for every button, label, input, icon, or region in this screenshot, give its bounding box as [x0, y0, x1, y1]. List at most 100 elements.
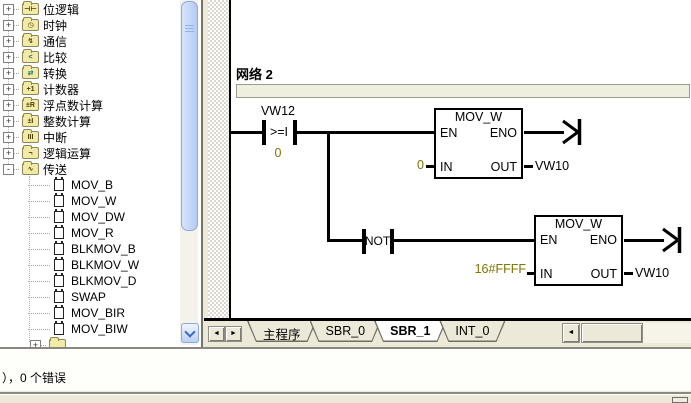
tree-item-label: MOV_DW	[71, 210, 125, 224]
tree-item-label: 通信	[43, 33, 67, 50]
en-port: EN	[440, 126, 457, 140]
tree-stub	[14, 137, 19, 138]
tree-stub	[14, 89, 19, 90]
tree-item-label: SWAP	[71, 290, 106, 304]
not-contact-symbol[interactable]: NOT	[364, 234, 391, 248]
tree-stub	[14, 25, 19, 26]
tab-label: INT_0	[439, 321, 505, 338]
tree-item-label: 比较	[43, 49, 67, 66]
tree-item-label: 位逻辑	[43, 1, 79, 18]
logic-ops-icon: ¬	[22, 147, 39, 159]
network-comment-box[interactable]	[236, 84, 690, 98]
tree-item-label: 逻辑运算	[43, 145, 91, 162]
tree-stub	[41, 345, 46, 346]
scroll-left-button[interactable]: ◄	[562, 323, 580, 343]
tree-rows: + ⊣⊢ 位逻辑 + ◷ 时钟 + ↯ 通信 + < 比较 + ⇄	[0, 1, 180, 347]
en-port: EN	[540, 233, 557, 247]
status-bar: ），0 个错误	[0, 347, 691, 403]
scrollbar-thumb[interactable]	[581, 323, 643, 343]
left-arrow-icon: ◄	[213, 330, 220, 337]
tree-item-mov-r[interactable]: MOV_R	[0, 225, 180, 241]
tree-item-blkmov-d[interactable]: BLKMOV_D	[0, 273, 180, 289]
rung1-wire	[231, 131, 262, 134]
instruction-box-icon	[54, 307, 64, 319]
tree-item-partial[interactable]: +	[0, 337, 180, 347]
convert-icon: ⇄	[22, 67, 39, 79]
block1-out-operand[interactable]: VW10	[535, 159, 569, 173]
ladder-left-margin	[208, 0, 229, 318]
rung-continuation-arrow-icon	[662, 226, 682, 254]
expand-icon[interactable]: +	[3, 68, 14, 79]
block2-out-operand[interactable]: VW10	[635, 266, 669, 280]
status-message: ），0 个错误	[2, 369, 66, 386]
out-port: OUT	[491, 160, 517, 174]
eno-wire	[524, 131, 564, 134]
expand-icon[interactable]: +	[3, 100, 14, 111]
tree-item-logic-ops[interactable]: + ¬ 逻辑运算	[0, 145, 180, 161]
tree-item-clock[interactable]: + ◷ 时钟	[0, 17, 180, 33]
scrollbar-thumb[interactable]	[181, 1, 198, 231]
tab-sbr1[interactable]: SBR_1	[374, 321, 446, 342]
move-block-1[interactable]: MOV_W EN ENO IN OUT	[434, 108, 523, 179]
tree-item-convert[interactable]: + ⇄ 转换	[0, 65, 180, 81]
expand-icon[interactable]: +	[3, 52, 14, 63]
move-block-2[interactable]: MOV_W EN ENO IN OUT	[534, 215, 623, 286]
tab-sbr0[interactable]: SBR_0	[310, 321, 382, 342]
tree-vertical-scrollbar[interactable]	[180, 0, 198, 345]
tree-item-mov-biw[interactable]: MOV_BIW	[0, 321, 180, 337]
compare-contact-operand[interactable]: VW12	[252, 104, 304, 118]
expand-icon[interactable]: +	[3, 4, 14, 15]
tree-stub	[28, 185, 50, 186]
tree-item-mov-bir[interactable]: MOV_BIR	[0, 305, 180, 321]
tree-item-label: MOV_BIR	[71, 306, 125, 320]
tab-main-program[interactable]: 主程序	[247, 321, 317, 342]
expand-icon[interactable]: +	[3, 116, 14, 127]
block2-in-value[interactable]: 16#FFFF	[458, 262, 526, 276]
expand-icon[interactable]: +	[3, 84, 14, 95]
tree-item-label: MOV_B	[71, 178, 113, 192]
tree-item-float-math[interactable]: + ±R 浮点数计算	[0, 97, 180, 113]
expand-icon[interactable]: +	[3, 148, 14, 159]
tree-item-integer-math[interactable]: + ±I 整数计算	[0, 113, 180, 129]
out-stub-wire	[624, 272, 633, 275]
tree-item-label: 整数计算	[43, 113, 91, 130]
in-port: IN	[440, 160, 453, 174]
expand-icon[interactable]: +	[3, 132, 14, 143]
communication-icon: ↯	[22, 35, 39, 47]
tree-item-label: 转换	[43, 65, 67, 82]
expand-icon[interactable]: +	[3, 20, 14, 31]
tree-item-bit-logic[interactable]: + ⊣⊢ 位逻辑	[0, 1, 180, 17]
compare-contact-symbol[interactable]: >=I	[265, 125, 293, 139]
ladder-horizontal-scrollbar[interactable]: ◄	[562, 323, 691, 343]
tree-item-blkmov-b[interactable]: BLKMOV_B	[0, 241, 180, 257]
block-title: MOV_W	[436, 110, 521, 124]
tree-item-communication[interactable]: + ↯ 通信	[0, 33, 180, 49]
instruction-box-icon	[54, 275, 64, 287]
tab-label: SBR_1	[374, 321, 446, 338]
tab-scroll-right-button[interactable]: ►	[225, 326, 242, 342]
tree-item-counters[interactable]: + +1 计数器	[0, 81, 180, 97]
block1-in-value[interactable]: 0	[396, 158, 424, 172]
bit-logic-icon: ⊣⊢	[22, 3, 39, 15]
collapse-icon[interactable]: -	[3, 164, 14, 175]
expand-icon[interactable]: +	[3, 36, 14, 47]
tree-item-compare[interactable]: + < 比较	[0, 49, 180, 65]
tree-stub	[14, 153, 19, 154]
tree-stub	[28, 329, 50, 330]
tab-scroll-left-button[interactable]: ◄	[208, 326, 225, 342]
tree-item-mov-b[interactable]: MOV_B	[0, 177, 180, 193]
tab-int0[interactable]: INT_0	[439, 321, 505, 342]
tree-item-blkmov-w[interactable]: BLKMOV_W	[0, 257, 180, 273]
tree-stub	[28, 281, 50, 282]
compare-contact-value[interactable]: 0	[252, 146, 304, 160]
tree-item-interrupt[interactable]: + III 中断	[0, 129, 180, 145]
tree-item-mov-w[interactable]: MOV_W	[0, 193, 180, 209]
tree-item-label: BLKMOV_W	[71, 258, 139, 272]
expand-icon[interactable]: +	[30, 340, 41, 348]
scroll-down-button[interactable]	[181, 323, 199, 343]
tree-item-mov-dw[interactable]: MOV_DW	[0, 209, 180, 225]
tree-item-swap[interactable]: SWAP	[0, 289, 180, 305]
compare-icon: <	[22, 51, 39, 63]
tree-stub	[14, 169, 19, 170]
tree-item-move[interactable]: - ∿ 传送	[0, 161, 180, 177]
